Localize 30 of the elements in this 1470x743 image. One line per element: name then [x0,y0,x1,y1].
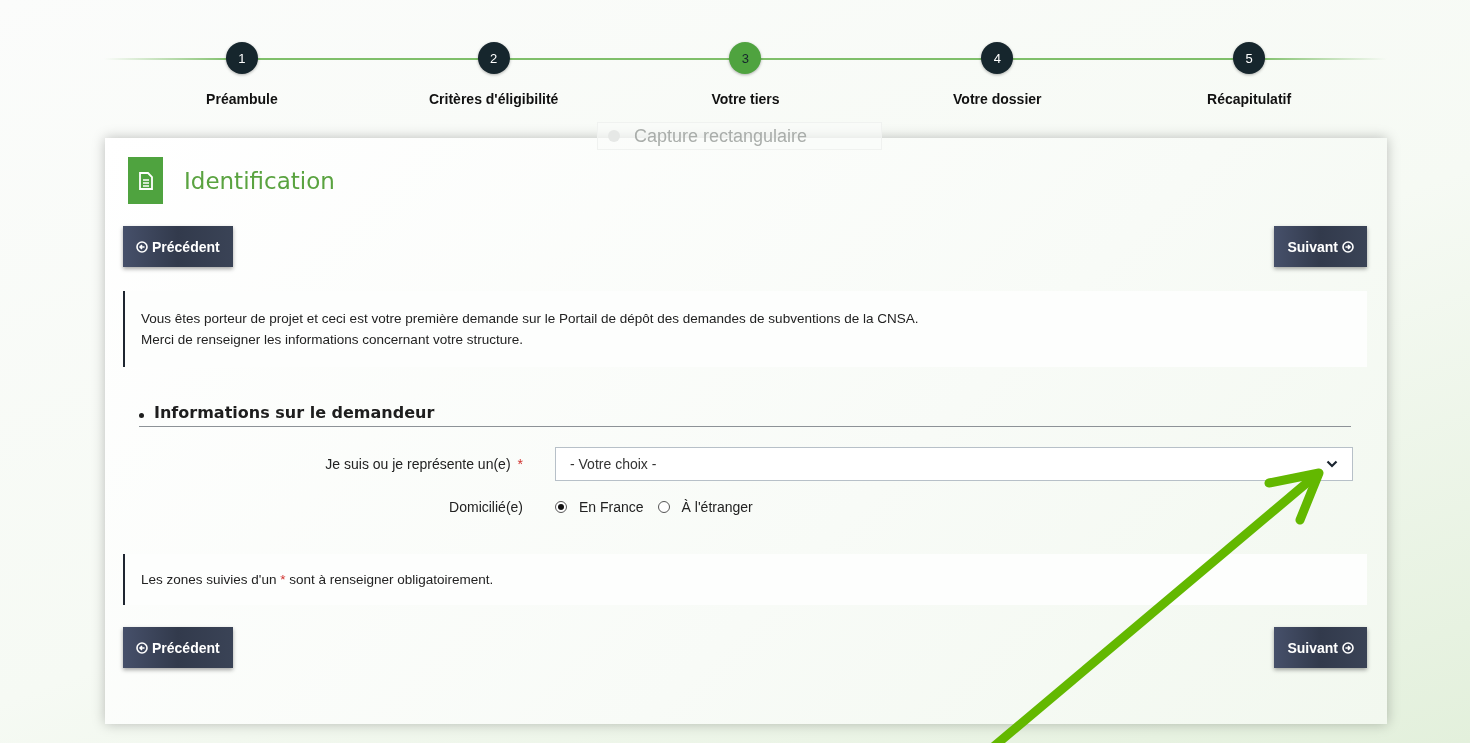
chevron-down-icon [1326,460,1338,468]
step-number[interactable]: 1 [225,42,258,74]
arrow-left-circle-icon [136,641,148,654]
step-label: Votre dossier [953,91,1042,107]
info-text: Merci de renseigner les informations concernant votre structure. [141,331,524,349]
radio-option[interactable]: À l'étranger [657,499,753,515]
field-label: Je suis ou je représente un(e) * [324,456,523,472]
field-label: Domicilié(e) [448,499,523,515]
select-field[interactable]: - Votre choix - [555,447,1353,481]
next-button[interactable]: Suivant [1274,226,1367,267]
info-text: Vous êtes porteur de projet et ceci est votre première demande sur le Portail de dépôt des demandes de subventions de la CNSA. [141,310,920,328]
step-label: Récapitulatif [1207,91,1292,107]
arrow-right-circle-icon [1342,240,1354,253]
previous-button[interactable]: Précédent [123,627,233,668]
step-number[interactable]: 3 [729,42,762,74]
section-heading: Informations sur le demandeur [139,403,1351,427]
step-number[interactable]: 5 [1233,42,1266,74]
note-text: Les zones suivies d'un * sont à renseigner obligatoirement. [141,571,495,589]
step-label: Votre tiers [711,91,780,107]
arrow-left-circle-icon [136,240,148,253]
next-button[interactable]: Suivant [1274,627,1367,668]
arrow-right-circle-icon [1342,641,1354,654]
previous-button[interactable]: Précédent [123,226,233,267]
page-title: Identification [184,167,335,194]
radio-option[interactable]: En France [555,499,644,515]
step-label: Préambule [206,91,278,107]
step-number[interactable]: 2 [477,42,510,74]
step-number[interactable]: 4 [981,42,1014,74]
document-icon [128,157,163,204]
step-label: Critères d'éligibilité [429,91,559,107]
